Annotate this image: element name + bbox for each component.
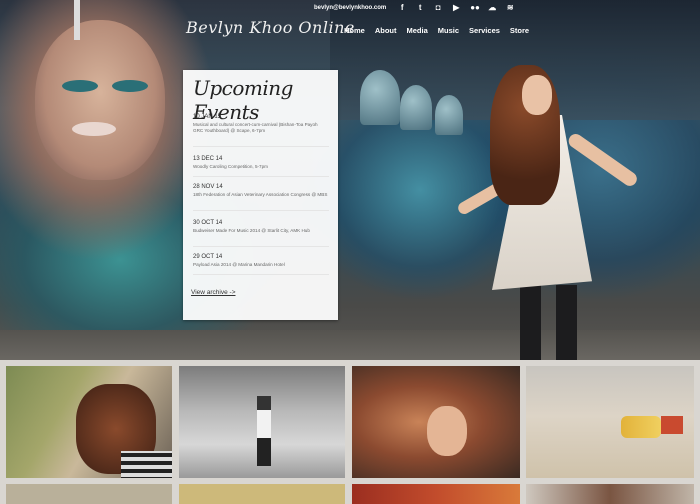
contact-email-link[interactable]: bevlyn@bevlynkhoo.com xyxy=(314,5,386,11)
mural-headpiece xyxy=(74,0,80,40)
photo-shirt xyxy=(121,451,172,478)
event-text: Budweiser Made For Music 2014 @ Starlit … xyxy=(193,228,310,233)
event-text: Woodly Caroling Competition, 5-7pm xyxy=(193,164,268,169)
event-date: 13 DEC 14 xyxy=(193,156,223,162)
twitter-icon[interactable]: t xyxy=(416,4,424,12)
event-item[interactable]: 10 JAN 15 Musical and cultural concert-c… xyxy=(193,114,329,147)
gallery-photo[interactable] xyxy=(352,366,520,478)
mural-dome xyxy=(435,95,463,135)
nav-store[interactable]: Store xyxy=(510,26,529,35)
nav-home[interactable]: Home xyxy=(344,26,365,35)
view-archive-link[interactable]: View archive -> xyxy=(191,289,236,296)
photo-face xyxy=(427,406,467,456)
gallery-photo[interactable] xyxy=(6,366,172,478)
gallery-photo[interactable] xyxy=(526,366,694,478)
hero-ground xyxy=(0,330,700,360)
event-text: Payload Asia 2014 @ Marina Mandarin Hote… xyxy=(193,262,285,267)
nav-media[interactable]: Media xyxy=(407,26,428,35)
event-date: 10 JAN 15 xyxy=(193,114,222,120)
events-panel: Upcoming Events 10 JAN 15 Musical and cu… xyxy=(183,70,338,320)
figure-legs xyxy=(520,285,580,360)
gallery-photo[interactable] xyxy=(6,484,172,504)
photo-crates xyxy=(661,416,683,434)
hero-banner xyxy=(0,0,700,360)
facebook-icon[interactable]: f xyxy=(398,4,406,12)
flickr-icon[interactable]: ●● xyxy=(470,4,480,12)
rss-icon[interactable]: ≋ xyxy=(506,4,514,12)
nav-music[interactable]: Music xyxy=(438,26,459,35)
event-item[interactable]: 13 DEC 14 Woodly Caroling Competition, 5… xyxy=(193,156,329,177)
gallery-photo[interactable] xyxy=(526,484,694,504)
mural-lips xyxy=(72,122,116,136)
event-text: 18th Federation of Asian Veterinary Asso… xyxy=(193,192,328,197)
mural-dome xyxy=(360,70,400,125)
figure-face xyxy=(522,75,552,115)
photo-gallery xyxy=(0,360,700,504)
site-title[interactable]: Bevlyn Khoo Online xyxy=(186,18,355,37)
mural-eye xyxy=(62,80,98,92)
mural-dome xyxy=(400,85,432,130)
instagram-icon[interactable]: ◘ xyxy=(434,4,442,12)
gallery-photo[interactable] xyxy=(179,484,345,504)
event-text: Musical and cultural concert-cum-carniva… xyxy=(193,122,318,133)
social-links: f t ◘ ▶ ●● ☁ ≋ xyxy=(398,4,514,12)
event-item[interactable]: 28 NOV 14 18th Federation of Asian Veter… xyxy=(193,184,329,211)
top-bar: bevlyn@bevlynkhoo.com f t ◘ ▶ ●● ☁ ≋ xyxy=(314,4,514,12)
youtube-icon[interactable]: ▶ xyxy=(452,4,460,12)
mural-eye xyxy=(112,80,148,92)
main-nav: Home About Media Music Services Store xyxy=(344,26,529,35)
nav-about[interactable]: About xyxy=(375,26,397,35)
gallery-photo[interactable] xyxy=(179,366,345,478)
event-item[interactable]: 29 OCT 14 Payload Asia 2014 @ Marina Man… xyxy=(193,254,329,275)
event-date: 28 NOV 14 xyxy=(193,184,223,190)
mural-face xyxy=(35,20,165,180)
nav-services[interactable]: Services xyxy=(469,26,500,35)
photo-figure xyxy=(621,416,661,438)
photo-figure xyxy=(257,396,271,466)
event-date: 29 OCT 14 xyxy=(193,254,223,260)
figure-arm xyxy=(565,131,640,189)
event-item[interactable]: 30 OCT 14 Budweiser Made For Music 2014 … xyxy=(193,220,329,247)
soundcloud-icon[interactable]: ☁ xyxy=(488,4,496,12)
gallery-photo[interactable] xyxy=(352,484,520,504)
event-date: 30 OCT 14 xyxy=(193,220,223,226)
